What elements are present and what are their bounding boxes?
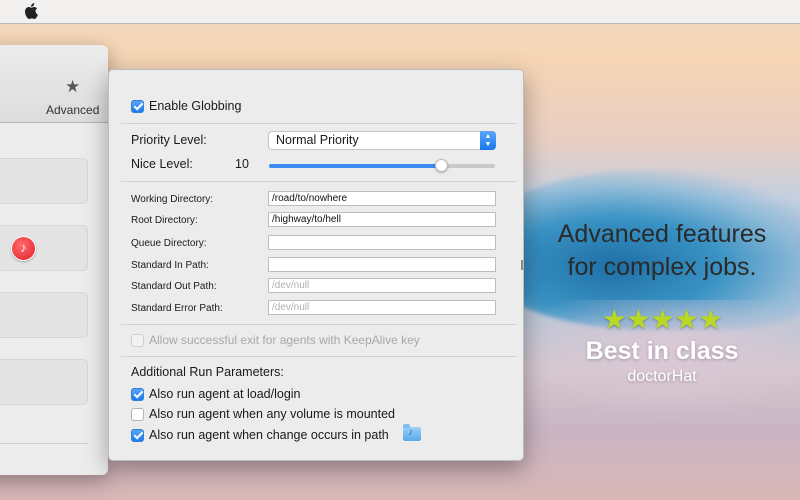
keepalive-checkbox	[131, 333, 144, 347]
run-on-volume-mount-checkbox[interactable]	[131, 407, 144, 421]
list-item[interactable]	[0, 158, 88, 204]
standard-out-path-label: Standard Out Path:	[131, 281, 217, 292]
working-directory-field[interactable]	[268, 191, 496, 206]
run-option-row[interactable]: Also run agent when any volume is mounte…	[131, 407, 395, 421]
root-directory-field[interactable]	[268, 212, 496, 227]
queue-directory-field[interactable]	[268, 235, 496, 250]
priority-level-value: Normal Priority	[276, 133, 359, 147]
background-window: ★ Advanced ♪	[0, 45, 108, 475]
window-toolbar: ★ Advanced	[0, 45, 108, 123]
priority-level-select[interactable]: Normal Priority ▲ ▼	[268, 131, 496, 150]
enable-globbing-checkbox[interactable]	[131, 99, 144, 113]
additional-run-parameters-heading: Additional Run Parameters:	[131, 365, 284, 379]
promo-headline-line2: for complex jobs.	[567, 253, 757, 281]
keepalive-label: Allow successful exit for agents with Ke…	[149, 333, 420, 347]
standard-error-path-field[interactable]	[268, 300, 496, 315]
slider-fill	[269, 164, 441, 168]
list-item[interactable]	[0, 359, 88, 405]
nice-level-label: Nice Level:	[131, 157, 193, 171]
itunes-icon: ♪	[11, 236, 36, 261]
run-option-label: Also run agent at load/login	[149, 387, 301, 401]
enable-globbing-row[interactable]: Enable Globbing	[131, 99, 241, 113]
promo-brand: doctorHat	[627, 368, 697, 385]
run-option-row[interactable]: Also run agent at load/login	[131, 387, 301, 401]
menu-bar	[0, 0, 800, 24]
standard-in-path-label: Standard In Path:	[131, 260, 209, 271]
run-on-path-change-checkbox[interactable]	[131, 428, 144, 442]
divider	[121, 181, 517, 182]
standard-out-path-field[interactable]	[268, 278, 496, 293]
root-directory-label: Root Directory:	[131, 215, 198, 226]
run-option-label: Also run agent when any volume is mounte…	[149, 407, 395, 421]
divider	[121, 123, 517, 124]
run-at-load-checkbox[interactable]	[131, 387, 144, 401]
divider	[121, 356, 517, 357]
run-option-row[interactable]: Also run agent when change occurs in pat…	[131, 428, 389, 442]
standard-error-path-label: Standard Error Path:	[131, 303, 223, 314]
enable-globbing-label: Enable Globbing	[149, 99, 242, 113]
star-rating-icon: ★★★★★	[601, 304, 724, 335]
working-directory-label: Working Directory:	[131, 194, 214, 205]
standard-in-path-field[interactable]	[268, 257, 496, 272]
run-option-label: Also run agent when change occurs in pat…	[149, 428, 389, 442]
apple-icon[interactable]	[24, 3, 38, 19]
nice-level-slider[interactable]	[269, 159, 495, 172]
nice-level-value: 10	[235, 157, 249, 171]
queue-directory-label: Queue Directory:	[131, 238, 207, 249]
priority-level-label: Priority Level:	[131, 133, 207, 147]
divider	[0, 443, 88, 444]
folder-icon[interactable]	[403, 424, 421, 441]
advanced-settings-panel: Enable Globbing Priority Level: Normal P…	[108, 69, 524, 461]
slider-knob[interactable]	[434, 159, 448, 172]
divider	[121, 324, 517, 325]
resize-handle[interactable]	[521, 260, 523, 270]
promo-tagline: Best in class	[585, 337, 739, 365]
promo-headline-line1: Advanced features	[557, 220, 767, 248]
keepalive-row: Allow successful exit for agents with Ke…	[131, 333, 420, 347]
star-icon[interactable]: ★	[65, 77, 80, 97]
list-item[interactable]	[0, 292, 88, 338]
chevron-updown-icon: ▲ ▼	[480, 131, 496, 150]
toolbar-advanced-label[interactable]: Advanced	[46, 103, 99, 117]
